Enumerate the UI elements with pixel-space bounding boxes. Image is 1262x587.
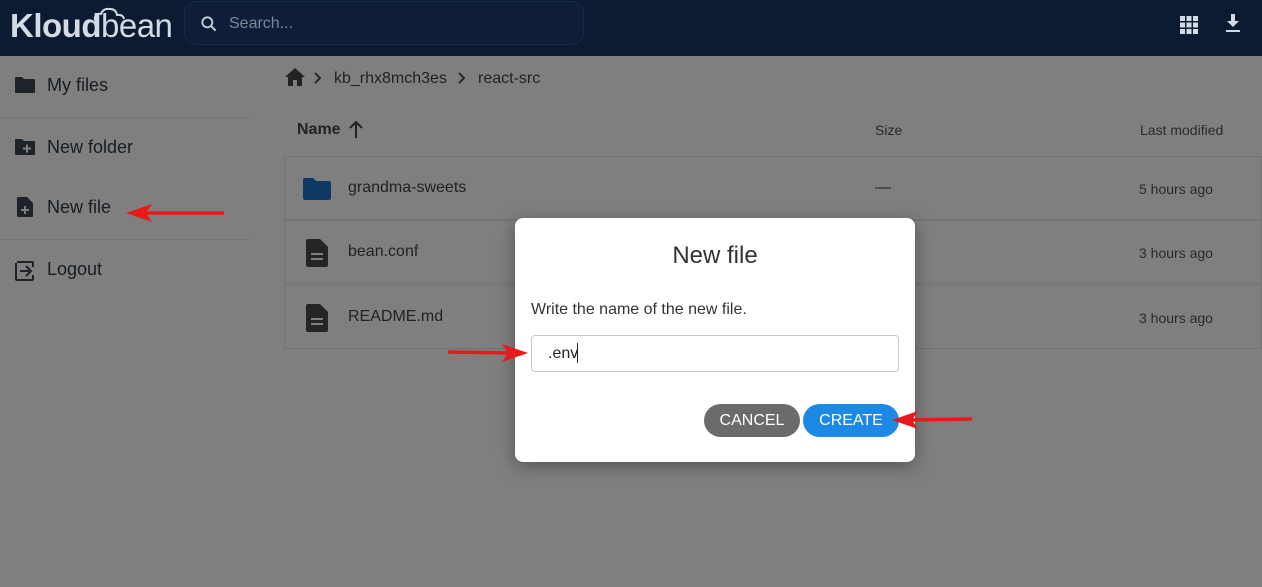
- annotation-arrow-left: [126, 204, 224, 222]
- dialog-title: New file: [672, 242, 758, 269]
- dialog-prompt: Write the name of the new file.: [531, 301, 747, 318]
- text-caret: [577, 343, 578, 363]
- new-file-dialog: New file Write the name of the new file.…: [515, 218, 915, 462]
- download-icon[interactable]: [1225, 14, 1241, 34]
- search-box[interactable]: Search...: [184, 1, 584, 45]
- search-icon: [201, 16, 217, 32]
- app-header: Kloudbean Search...: [0, 0, 1262, 56]
- cloud-icon: [93, 7, 125, 23]
- annotation-arrow-right: [447, 344, 528, 362]
- annotation-arrow-left: [892, 411, 973, 429]
- create-button[interactable]: CREATE: [803, 404, 899, 437]
- logo[interactable]: Kloudbean: [10, 6, 173, 46]
- cancel-button[interactable]: CANCEL: [704, 404, 800, 437]
- file-name-input[interactable]: [531, 335, 899, 372]
- grid-view-icon[interactable]: [1180, 16, 1198, 34]
- search-input[interactable]: Search...: [229, 15, 293, 33]
